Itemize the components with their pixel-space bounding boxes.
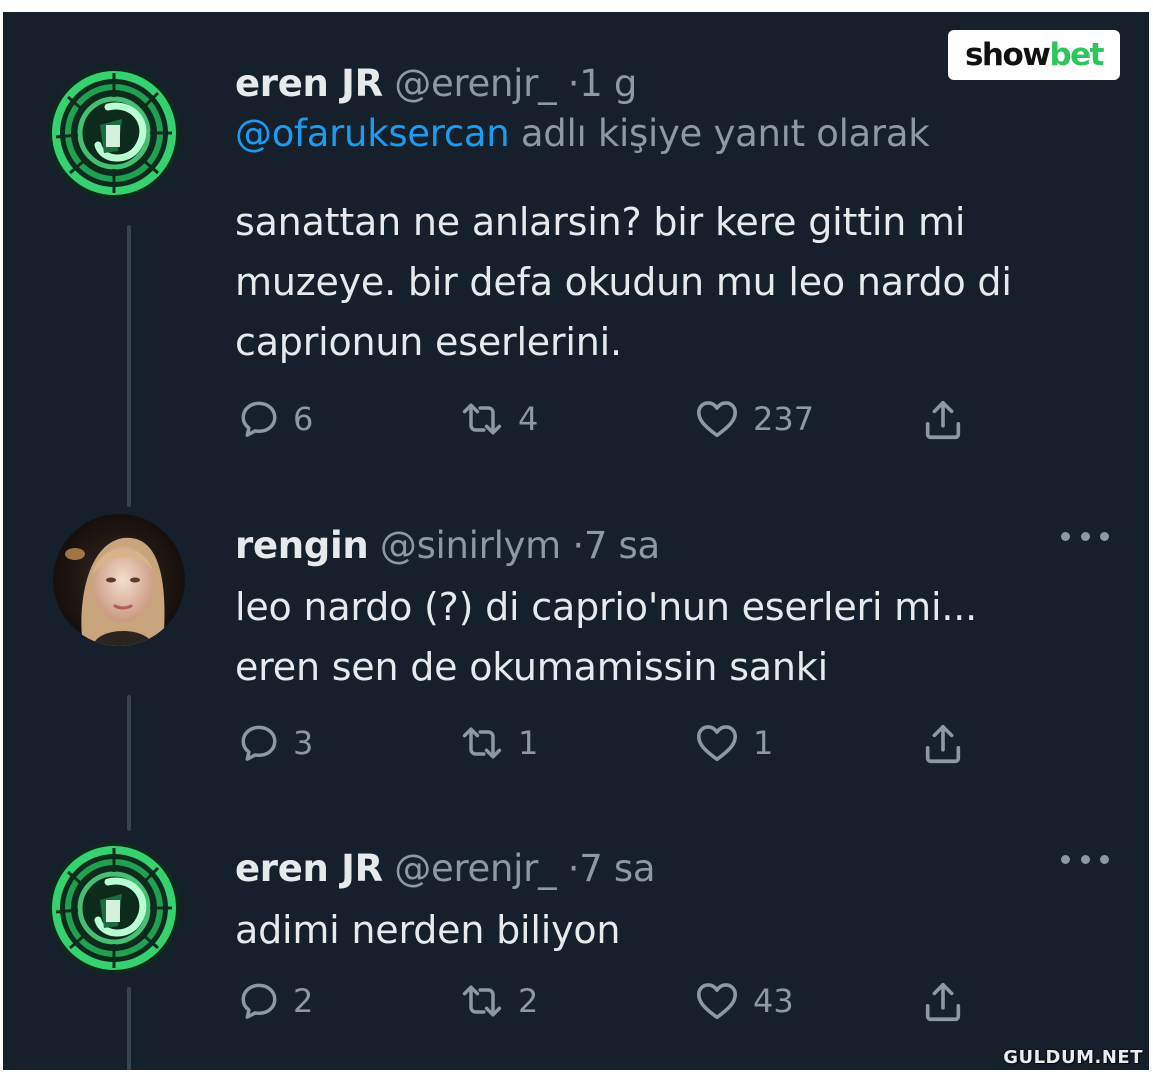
thread-connector-line [127, 695, 131, 831]
tweet-text: adimi nerden biliyon [235, 908, 621, 952]
logo-text-show: show [964, 37, 1051, 73]
woman-portrait-icon [53, 514, 185, 646]
like-button[interactable]: 237 [693, 395, 814, 443]
like-count: 237 [753, 400, 815, 438]
dot-icon [1061, 531, 1070, 541]
reply-button[interactable]: 3 [237, 719, 313, 767]
separator-dot: · [567, 847, 580, 890]
display-name[interactable]: eren JR [235, 62, 383, 105]
reply-count: 6 [293, 400, 314, 438]
thread-connector-line [127, 987, 131, 1070]
share-icon [919, 979, 967, 1025]
avatar[interactable] [48, 67, 180, 199]
reply-context-label: adlı kişiye yanıt olarak [520, 112, 930, 155]
reply-button[interactable]: 6 [237, 395, 313, 443]
share-button[interactable] [919, 396, 967, 444]
dot-icon [1100, 854, 1109, 864]
display-name[interactable]: rengin [235, 524, 369, 567]
retweet-button[interactable]: 2 [458, 977, 538, 1025]
dot-icon [1080, 854, 1090, 864]
retweet-icon [458, 979, 506, 1023]
tweet-thread-screenshot: eren JR @erenjr_ ·1 g @ofaruksercan adlı… [3, 12, 1149, 1070]
share-icon [919, 397, 967, 443]
site-watermark: GULDUM.NET [1003, 1047, 1143, 1068]
retweet-icon [458, 721, 506, 765]
retweet-count: 4 [518, 400, 539, 438]
share-button[interactable] [919, 720, 967, 768]
dot-icon [1100, 531, 1109, 541]
tweet-header: eren JR @erenjr_ ·1 g [235, 62, 637, 106]
retweet-button[interactable]: 4 [458, 395, 538, 443]
dot-icon [1080, 531, 1090, 541]
user-handle[interactable]: @sinirlym [380, 524, 561, 567]
retweet-count: 2 [518, 982, 539, 1020]
tweet-header: rengin @sinirlym ·7 sa [235, 524, 660, 568]
green-spiral-staircase-icon [48, 842, 180, 974]
tweet-text: sanattan ne anlarsin? bir kere gittin mi… [235, 200, 1012, 364]
reply-count: 2 [293, 982, 314, 1020]
tweet-header: eren JR @erenjr_ ·7 sa [235, 847, 656, 891]
timestamp[interactable]: 1 g [579, 62, 637, 105]
reply-icon [237, 721, 281, 765]
display-name[interactable]: eren JR [235, 847, 383, 890]
share-button[interactable] [919, 978, 967, 1026]
reply-icon [237, 979, 281, 1023]
retweet-count: 1 [518, 724, 539, 762]
timestamp[interactable]: 7 sa [584, 524, 660, 567]
tweet-text: leo nardo (?) di caprio'nun eserleri mi.… [235, 585, 977, 689]
retweet-button[interactable]: 1 [458, 719, 538, 767]
reply-context: @ofaruksercan adlı kişiye yanıt olarak [235, 112, 930, 156]
reply-button[interactable]: 2 [237, 977, 313, 1025]
heart-icon [693, 978, 741, 1024]
reply-count: 3 [293, 724, 314, 762]
like-button[interactable]: 43 [693, 977, 794, 1025]
separator-dot: · [567, 62, 580, 105]
like-button[interactable]: 1 [693, 719, 773, 767]
logo-text-bet: bet [1049, 37, 1104, 73]
timestamp[interactable]: 7 sa [579, 847, 655, 890]
separator-dot: · [572, 524, 584, 567]
retweet-icon [458, 397, 506, 441]
share-icon [919, 721, 967, 767]
heart-icon [693, 396, 741, 442]
dot-icon [1061, 854, 1070, 864]
heart-icon [693, 720, 741, 766]
like-count: 43 [753, 982, 794, 1020]
showbet-logo: showbet [948, 30, 1120, 80]
mention-link[interactable]: @ofaruksercan [235, 112, 510, 155]
thread-connector-line [127, 225, 131, 507]
like-count: 1 [753, 724, 774, 762]
reply-icon [237, 397, 281, 441]
more-options-button[interactable] [1061, 852, 1109, 866]
green-spiral-staircase-icon [48, 67, 180, 199]
avatar[interactable] [48, 842, 180, 974]
more-options-button[interactable] [1061, 529, 1109, 543]
user-handle[interactable]: @erenjr_ [394, 62, 556, 105]
avatar[interactable] [53, 514, 185, 646]
user-handle[interactable]: @erenjr_ [394, 847, 556, 890]
